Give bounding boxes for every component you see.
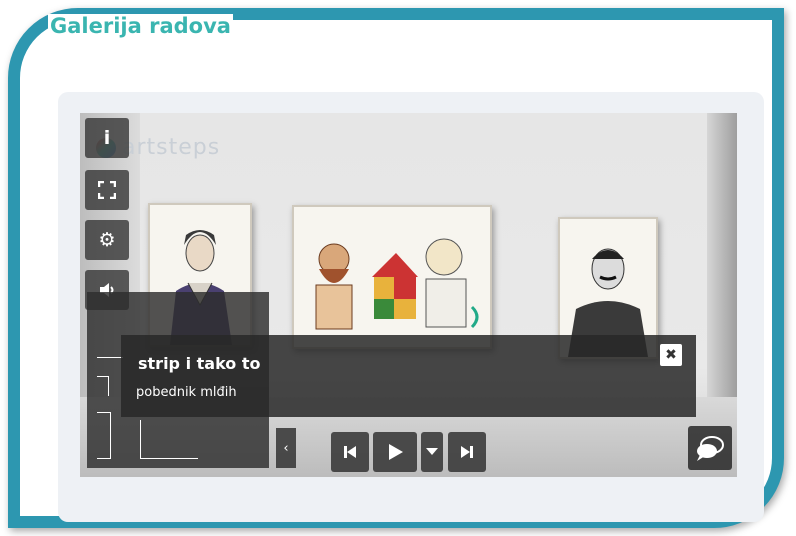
artwork-title: strip i tako to <box>138 354 261 373</box>
next-button[interactable] <box>448 432 486 472</box>
play-button[interactable] <box>373 432 417 472</box>
collapse-panel-button[interactable]: ‹ <box>276 428 296 468</box>
fullscreen-icon <box>98 181 116 199</box>
chevron-down-icon <box>426 448 438 455</box>
chat-button[interactable] <box>688 426 732 470</box>
settings-button[interactable]: ⚙ <box>85 220 129 260</box>
overlay-line <box>97 412 111 413</box>
overlay-line <box>140 458 198 459</box>
page-title: Galerija radova <box>48 14 233 38</box>
painting-comic[interactable] <box>292 205 492 349</box>
chat-bubbles-icon <box>697 436 724 461</box>
previous-button[interactable] <box>331 432 369 472</box>
skip-forward-icon <box>461 446 473 458</box>
fullscreen-button[interactable] <box>85 170 129 210</box>
close-caption-button[interactable]: ✖ <box>660 344 682 366</box>
artwork-subtitle: pobednik mlđih <box>136 385 237 400</box>
info-button[interactable]: i <box>85 118 129 158</box>
playback-options-button[interactable] <box>421 432 443 472</box>
close-icon: ✖ <box>665 347 677 363</box>
overlay-line <box>108 376 109 396</box>
play-icon <box>389 444 403 460</box>
artwork-caption <box>121 335 696 417</box>
overlay-line <box>140 420 141 458</box>
info-icon: i <box>103 127 111 149</box>
overlay-line <box>110 412 111 458</box>
overlay-line <box>97 458 111 459</box>
skip-back-icon <box>344 446 356 458</box>
overlay-line <box>97 357 123 358</box>
chevron-left-icon: ‹ <box>283 440 289 456</box>
gear-icon: ⚙ <box>98 229 116 251</box>
